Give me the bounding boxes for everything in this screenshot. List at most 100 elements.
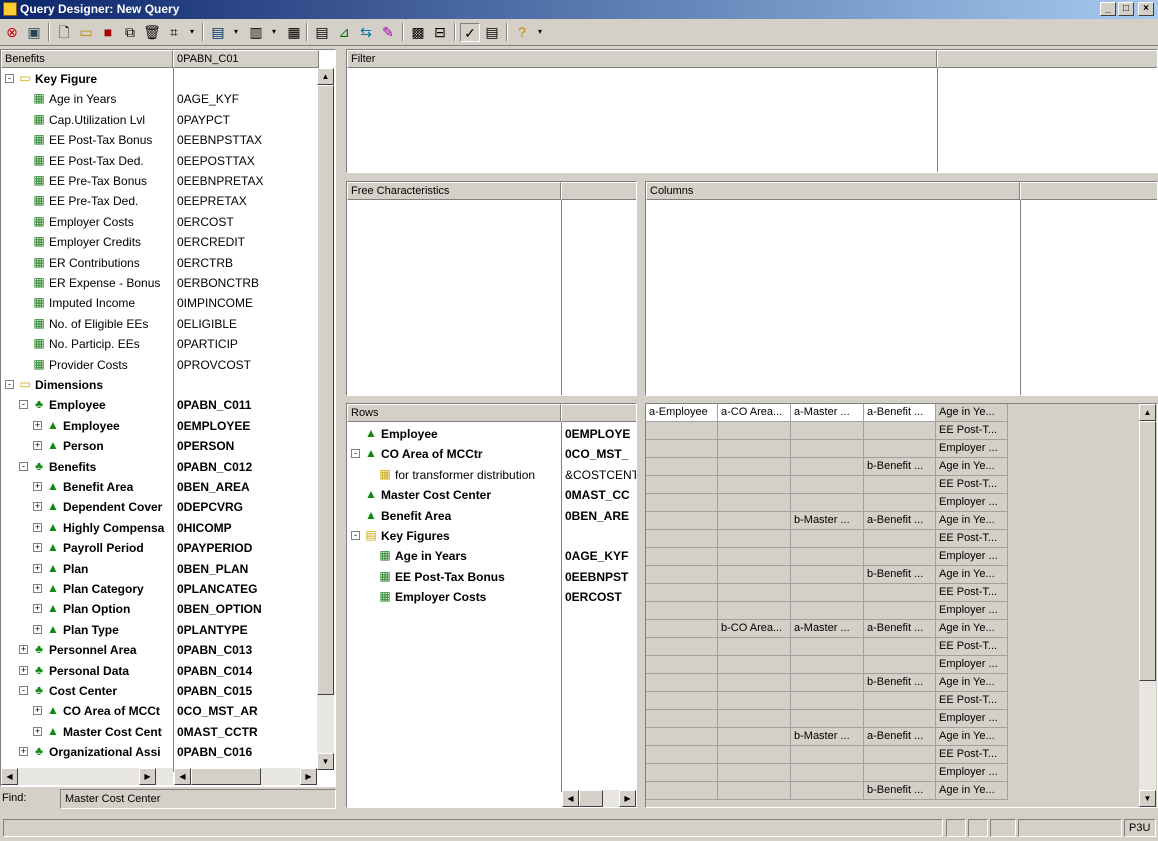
expand-icon[interactable]: +	[33, 482, 42, 491]
tree-row[interactable]: + ▲ Plan Category 0PLANCATEG	[1, 579, 335, 599]
scroll-thumb[interactable]	[579, 790, 603, 807]
tree-row[interactable]: ▦ EE Pre-Tax Ded. 0EEPRETAX	[1, 191, 335, 211]
tree-row[interactable]: + ▲ Plan Option 0BEN_OPTION	[1, 599, 335, 619]
delete-icon[interactable]: 🗑	[142, 23, 162, 42]
tree-row[interactable]: ▦ Employer Costs 0ERCOST	[347, 587, 636, 607]
dropdown-icon[interactable]: ▾	[530, 23, 550, 42]
expand-icon[interactable]: +	[19, 665, 28, 675]
expand-icon[interactable]: +	[33, 584, 42, 593]
scroll-thumb[interactable]	[1139, 421, 1156, 681]
dropdown-icon[interactable]: ▾	[226, 23, 246, 42]
swap-icon[interactable]: ⇆	[356, 23, 376, 42]
scroll-right-icon[interactable]: ▶	[139, 768, 156, 785]
check-icon[interactable]: ✓	[460, 23, 480, 42]
scroll-thumb[interactable]	[317, 85, 334, 695]
copy-icon[interactable]: ⧉	[120, 23, 140, 42]
properties-icon[interactable]: ▤	[312, 23, 332, 42]
expand-icon[interactable]: +	[33, 706, 42, 716]
tree-hscroll-right[interactable]: ◀ ▶	[174, 768, 317, 785]
expand-icon[interactable]: +	[33, 726, 42, 736]
collapse-icon[interactable]: -	[5, 74, 14, 83]
collapse-icon[interactable]: -	[19, 400, 28, 410]
table-view-icon[interactable]: ▤	[482, 23, 502, 42]
tree-row[interactable]: ▦ EE Post-Tax Bonus 0EEBNPSTTAX	[1, 130, 335, 150]
scroll-right-icon[interactable]: ▶	[300, 768, 317, 785]
collapse-icon[interactable]: -	[351, 449, 360, 459]
open-icon[interactable]: ▭	[76, 23, 96, 42]
tree-row[interactable]: ▦ for transformer distribution &COSTCENT	[347, 465, 636, 485]
expand-icon[interactable]: +	[33, 441, 42, 451]
tree-header-name[interactable]: Benefits	[1, 50, 173, 68]
expand-icon[interactable]: +	[33, 604, 42, 614]
query-info-icon[interactable]: ▣	[24, 23, 44, 42]
expand-icon[interactable]: +	[19, 645, 28, 655]
grid-icon[interactable]: ▦	[284, 23, 304, 42]
tree-row[interactable]: + ♣ Personnel Area 0PABN_C013	[1, 640, 335, 660]
free-characteristics-panel[interactable]: Free Characteristics	[346, 181, 637, 396]
variable-icon[interactable]: ✎	[378, 23, 398, 42]
tree-row[interactable]: + ▲ Master Cost Cent 0MAST_CCTR	[1, 722, 335, 742]
expand-icon[interactable]: +	[33, 420, 42, 430]
new-icon[interactable]: 🗋	[54, 23, 74, 42]
scroll-down-icon[interactable]: ▼	[1139, 790, 1156, 807]
tree-row[interactable]: - ▲ CO Area of MCCtr 0CO_MST_	[347, 444, 636, 464]
expand-icon[interactable]: +	[33, 624, 42, 634]
tree-row[interactable]: ▦ EE Pre-Tax Bonus 0EEBNPRETAX	[1, 171, 335, 191]
minimize-button[interactable]: _	[1100, 2, 1116, 16]
tree-row[interactable]: ▦ No. Particip. EEs 0PARTICIP	[1, 334, 335, 354]
dropdown-icon[interactable]: ▾	[264, 23, 284, 42]
grid-vscroll[interactable]: ▲ ▼	[1139, 404, 1156, 807]
exit-icon[interactable]: ⊗	[2, 23, 22, 42]
close-button[interactable]: ×	[1138, 2, 1154, 16]
save-icon[interactable]: ■	[98, 23, 118, 42]
exception-icon[interactable]: ▩	[408, 23, 428, 42]
tree-row[interactable]: - ♣ Benefits 0PABN_C012	[1, 457, 335, 477]
expand-icon[interactable]: +	[19, 747, 28, 757]
display-icon[interactable]: ▤	[208, 23, 228, 42]
scroll-left-icon[interactable]: ◀	[562, 790, 579, 807]
tree-row[interactable]: ▲ Employee 0EMPLOYE	[347, 424, 636, 444]
tree-row[interactable]: ▦ ER Expense - Bonus 0ERBONCTRB	[1, 273, 335, 293]
scroll-right-icon[interactable]: ▶	[619, 790, 636, 807]
tree-row[interactable]: + ▲ Plan Type 0PLANTYPE	[1, 620, 335, 640]
rows-panel[interactable]: Rows ▲ Employee 0EMPLOYE - ▲ CO Area of MCCtr…	[346, 403, 637, 808]
columns-panel[interactable]: Columns	[645, 181, 1158, 396]
scroll-left-icon[interactable]: ◀	[1, 768, 18, 785]
help-icon[interactable]: ?	[512, 23, 532, 42]
expand-icon[interactable]: +	[33, 502, 42, 512]
tree-row[interactable]: ▦ No. of Eligible EEs 0ELIGIBLE	[1, 314, 335, 334]
tree-row[interactable]: + ▲ Plan 0BEN_PLAN	[1, 559, 335, 579]
tree-vscroll[interactable]: ▲ ▼	[317, 68, 334, 770]
collapse-icon[interactable]: -	[19, 461, 28, 471]
scroll-down-icon[interactable]: ▼	[317, 753, 334, 770]
tree-row[interactable]: - ♣ Employee 0PABN_C011	[1, 395, 335, 415]
tree-row[interactable]: - ▭ Key Figure	[1, 69, 335, 89]
collapse-icon[interactable]: -	[351, 531, 360, 540]
scroll-left-icon[interactable]: ◀	[174, 768, 191, 785]
restore-button[interactable]: □	[1118, 2, 1134, 16]
tree-hscroll-left[interactable]: ◀ ▶	[1, 768, 173, 785]
rows-hscroll[interactable]: ◀ ▶	[562, 790, 636, 807]
tree-row[interactable]: ▦ Employer Costs 0ERCOST	[1, 212, 335, 232]
tree-row[interactable]: ▦ Imputed Income 0IMPINCOME	[1, 293, 335, 313]
tree-row[interactable]: ▦ Employer Credits 0ERCREDIT	[1, 232, 335, 252]
tree-row[interactable]: ▦ EE Post-Tax Ded. 0EEPOSTTAX	[1, 151, 335, 171]
tree-row[interactable]: + ▲ Employee 0EMPLOYEE	[1, 416, 335, 436]
tree-row[interactable]: + ▲ Benefit Area 0BEN_AREA	[1, 477, 335, 497]
tree-row[interactable]: ▦ Age in Years 0AGE_KYF	[347, 546, 636, 566]
tree-row[interactable]: ▦ Provider Costs 0PROVCOST	[1, 355, 335, 375]
columns-icon[interactable]: ▥	[246, 23, 266, 42]
tree-header-tech[interactable]: 0PABN_C01	[173, 50, 319, 68]
tree-row[interactable]: ▲ Benefit Area 0BEN_ARE	[347, 506, 636, 526]
tree-row[interactable]: - ▤ Key Figures	[347, 526, 636, 546]
find-input[interactable]: Master Cost Center	[60, 789, 336, 809]
filter-panel[interactable]: Filter	[346, 49, 1158, 173]
dropdown-icon[interactable]: ▾	[182, 23, 202, 42]
condition-icon[interactable]: ⊟	[430, 23, 450, 42]
tree-row[interactable]: - ♣ Cost Center 0PABN_C015	[1, 681, 335, 701]
tree-row[interactable]: + ▲ Dependent Cover 0DEPCVRG	[1, 497, 335, 517]
tree-row[interactable]: ▦ Cap.Utilization Lvl 0PAYPCT	[1, 110, 335, 130]
tree-row[interactable]: ▲ Master Cost Center 0MAST_CC	[347, 485, 636, 505]
tree-row[interactable]: ▦ ER Contributions 0ERCTRB	[1, 253, 335, 273]
tree-row[interactable]: + ▲ CO Area of MCCt 0CO_MST_AR	[1, 701, 335, 721]
